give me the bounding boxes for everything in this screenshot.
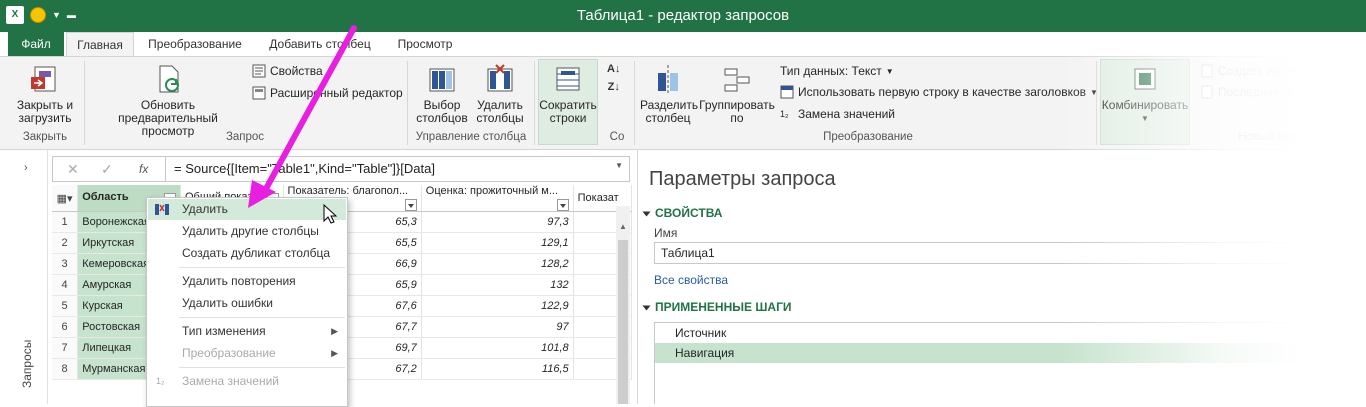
mouse-cursor-icon xyxy=(323,204,338,224)
annotation-arrow xyxy=(248,25,357,208)
